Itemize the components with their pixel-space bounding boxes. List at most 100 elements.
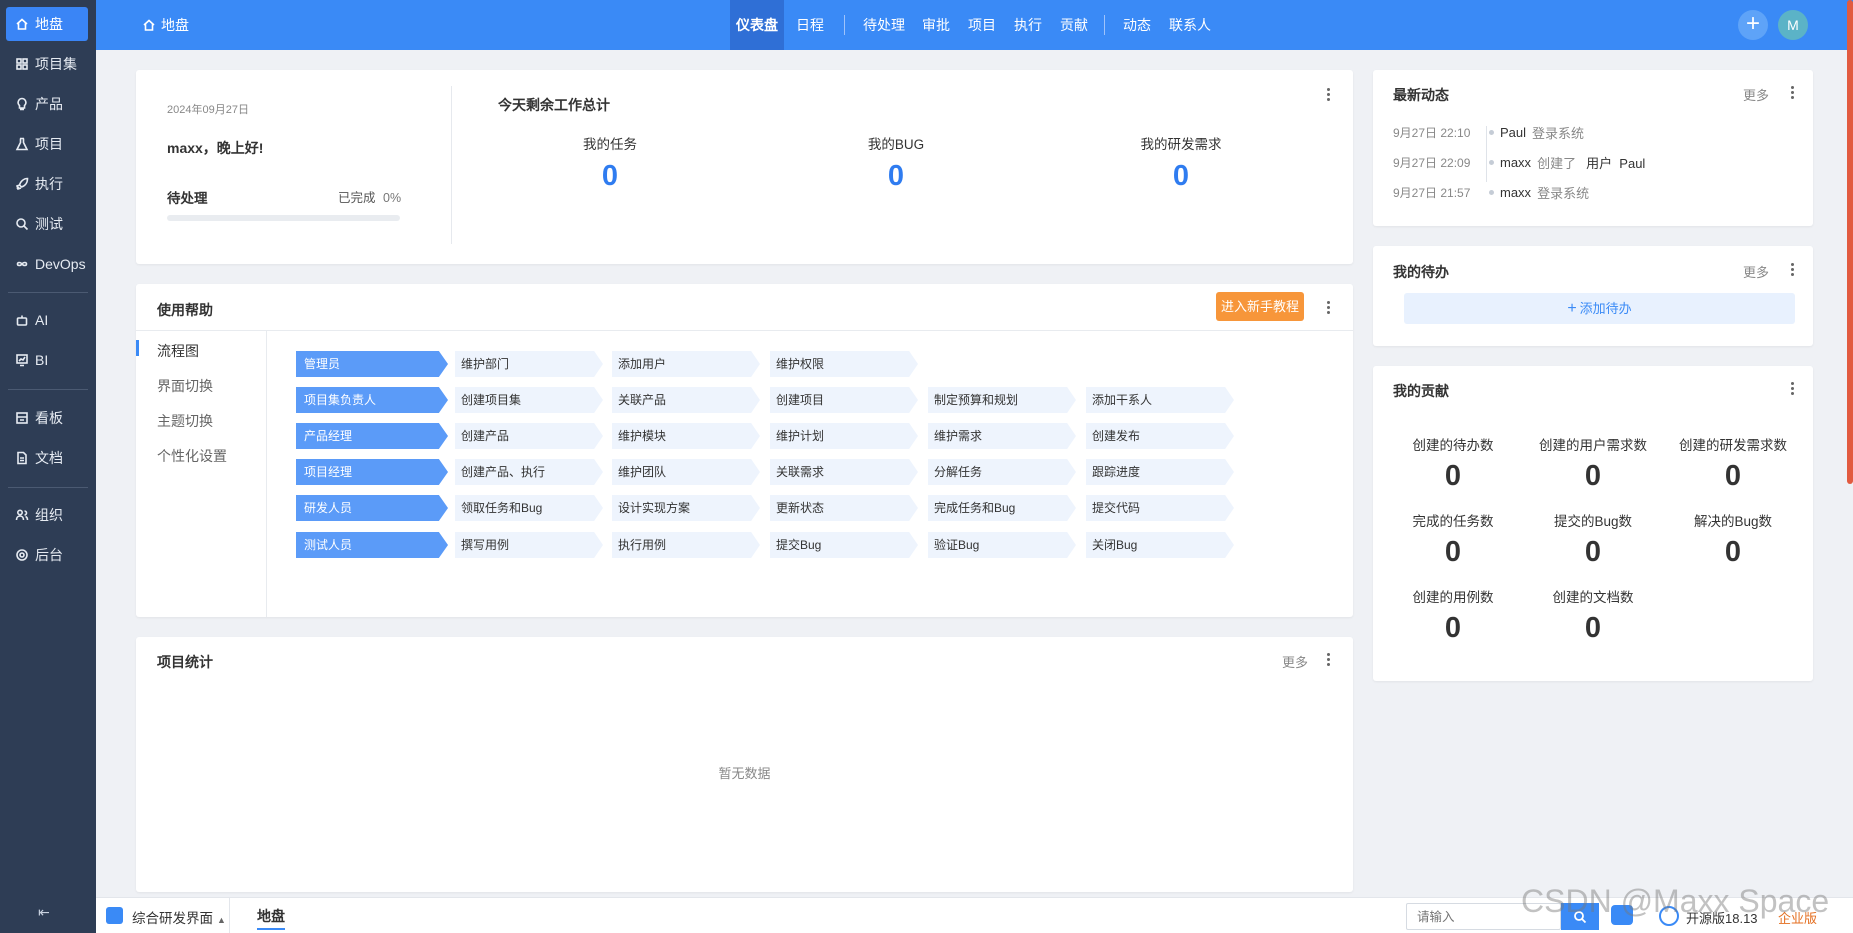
sidebar-item-label: 文档 [35, 450, 63, 466]
search-icon [1574, 910, 1587, 923]
more-actions-icon[interactable] [1323, 85, 1333, 103]
topbar: 地盘 仪表盘 日程 待处理 审批 项目 执行 贡献 动态 联系人 + M [96, 0, 1853, 50]
help-tab-personalize[interactable]: 个性化设置 [157, 446, 227, 466]
flow-step[interactable]: 创建项目集 [455, 387, 603, 413]
more-actions-icon[interactable] [1323, 650, 1333, 668]
role-program-owner: 项目集负责人 [296, 387, 448, 413]
flow-step[interactable]: 添加用户 [612, 351, 760, 377]
sidebar-item-admin[interactable]: 后台 [6, 538, 88, 572]
app-switcher[interactable]: 综合研发界面 ▲ [132, 907, 226, 927]
flow-step[interactable]: 验证Bug [928, 532, 1076, 558]
sidebar-item-label: 地盘 [35, 16, 63, 32]
breadcrumb[interactable]: 地盘 [142, 0, 189, 50]
search-button[interactable] [1561, 903, 1599, 930]
tab-dynamic[interactable]: 动态 [1123, 0, 1151, 50]
sidebar-item-dashboard[interactable]: 地盘 [6, 7, 88, 41]
activity-item[interactable]: 9月27日 22:09 maxx 创建了 用户 Paul [1393, 153, 1645, 172]
flow-step[interactable]: 撰写用例 [455, 532, 603, 558]
activity-verb: 创建了 [1537, 156, 1577, 171]
activity-title: 最新动态 [1393, 87, 1449, 103]
more-link[interactable]: 更多 [1743, 85, 1769, 104]
collapse-sidebar-icon[interactable]: ⇤ [38, 904, 50, 921]
stat-my-tasks-value[interactable]: 0 [530, 160, 690, 193]
open-tab-dashboard[interactable]: 地盘 [257, 906, 285, 930]
stat-my-bugs-value[interactable]: 0 [816, 160, 976, 193]
contrib-user-stories-value: 0 [1584, 460, 1602, 492]
help-tab-ui-switch[interactable]: 界面切换 [157, 376, 213, 396]
search-input[interactable] [1406, 903, 1561, 930]
tutorial-button[interactable]: 进入新手教程 [1216, 292, 1304, 321]
sidebar-item-project[interactable]: 项目 [6, 127, 88, 161]
flow-step[interactable]: 维护计划 [770, 423, 918, 449]
tab-todo[interactable]: 待处理 [863, 0, 905, 50]
flow-step[interactable]: 维护团队 [612, 459, 760, 485]
tab-contribution[interactable]: 贡献 [1060, 0, 1088, 50]
timeline-dot [1489, 160, 1494, 165]
flow-step[interactable]: 分解任务 [928, 459, 1076, 485]
tab-calendar[interactable]: 日程 [796, 0, 824, 50]
add-todo-button[interactable]: + 添加待办 [1404, 293, 1795, 324]
stat-my-stories-value[interactable]: 0 [1101, 160, 1261, 193]
chat-icon[interactable] [1611, 905, 1633, 925]
sidebar-item-test[interactable]: 测试 [6, 207, 88, 241]
bottom-bar: 综合研发界面▲ 地盘 开源版18.13 企业版 CSDN @Maxx Space [96, 883, 1853, 933]
more-actions-icon[interactable] [1787, 260, 1797, 278]
sidebar-item-ai[interactable]: AI [6, 303, 88, 337]
tab-execution[interactable]: 执行 [1014, 0, 1042, 50]
flow-step[interactable]: 维护需求 [928, 423, 1076, 449]
more-link[interactable]: 更多 [1743, 262, 1769, 281]
sidebar-item-doc[interactable]: 文档 [6, 441, 88, 475]
sidebar-item-execution[interactable]: 执行 [6, 167, 88, 201]
flow-step[interactable]: 创建产品、执行 [455, 459, 603, 485]
flow-step[interactable]: 设计实现方案 [612, 495, 760, 521]
flow-step[interactable]: 添加干系人 [1086, 387, 1234, 413]
page-scrollbar[interactable] [1847, 0, 1853, 484]
more-actions-icon[interactable] [1323, 298, 1333, 316]
flow-step[interactable]: 跟踪进度 [1086, 459, 1234, 485]
flow-step[interactable]: 维护模块 [612, 423, 760, 449]
more-actions-icon[interactable] [1787, 379, 1797, 397]
sidebar-item-org[interactable]: 组织 [6, 498, 88, 532]
sidebar-item-kanban[interactable]: 看板 [6, 401, 88, 435]
tab-contacts[interactable]: 联系人 [1169, 0, 1211, 50]
more-actions-icon[interactable] [1787, 83, 1797, 101]
help-tab-theme[interactable]: 主题切换 [157, 411, 213, 431]
tab-project[interactable]: 项目 [968, 0, 996, 50]
enterprise-edition-link[interactable]: 企业版 [1778, 908, 1817, 927]
contrib-user-stories-label: 创建的用户需求数 [1539, 438, 1647, 453]
role-product-manager: 产品经理 [296, 423, 448, 449]
bulb-icon [15, 97, 29, 111]
flow-step[interactable]: 领取任务和Bug [455, 495, 603, 521]
activity-item[interactable]: 9月27日 21:57 maxx 登录系统 [1393, 183, 1589, 202]
flow-step[interactable]: 关联需求 [770, 459, 918, 485]
flow-step[interactable]: 制定预算和规划 [928, 387, 1076, 413]
flow-step[interactable]: 关联产品 [612, 387, 760, 413]
flow-step[interactable]: 维护权限 [770, 351, 918, 377]
sidebar-item-bi[interactable]: BI [6, 343, 88, 377]
flow-step[interactable]: 提交代码 [1086, 495, 1234, 521]
tab-dashboard[interactable]: 仪表盘 [730, 0, 784, 50]
sidebar-item-program[interactable]: 项目集 [6, 47, 88, 81]
stat-my-tasks-label: 我的任务 [583, 137, 637, 152]
contrib-dev-stories-label: 创建的研发需求数 [1679, 438, 1787, 453]
flow-step[interactable]: 关闭Bug [1086, 532, 1234, 558]
flow-step[interactable]: 维护部门 [455, 351, 603, 377]
activity-item[interactable]: 9月27日 22:10 Paul 登录系统 [1393, 123, 1584, 142]
sidebar-item-product[interactable]: 产品 [6, 87, 88, 121]
more-link[interactable]: 更多 [1282, 652, 1308, 671]
create-plus-button[interactable]: + [1738, 10, 1768, 40]
sidebar-item-devops[interactable]: DevOps [6, 247, 88, 281]
help-tab-flowchart[interactable]: 流程图 [157, 341, 199, 361]
flow-step[interactable]: 创建产品 [455, 423, 603, 449]
avatar[interactable]: M [1778, 10, 1808, 40]
flow-step[interactable]: 提交Bug [770, 532, 918, 558]
flow-step[interactable]: 完成任务和Bug [928, 495, 1076, 521]
done-percent: 0% [383, 191, 402, 205]
tab-approval[interactable]: 审批 [922, 0, 950, 50]
flow-step[interactable]: 执行用例 [612, 532, 760, 558]
flow-step[interactable]: 更新状态 [770, 495, 918, 521]
flow-step[interactable]: 创建项目 [770, 387, 918, 413]
flow-step[interactable]: 创建发布 [1086, 423, 1234, 449]
contrib-created-docs-value: 0 [1584, 612, 1602, 644]
flask-icon [15, 137, 29, 151]
